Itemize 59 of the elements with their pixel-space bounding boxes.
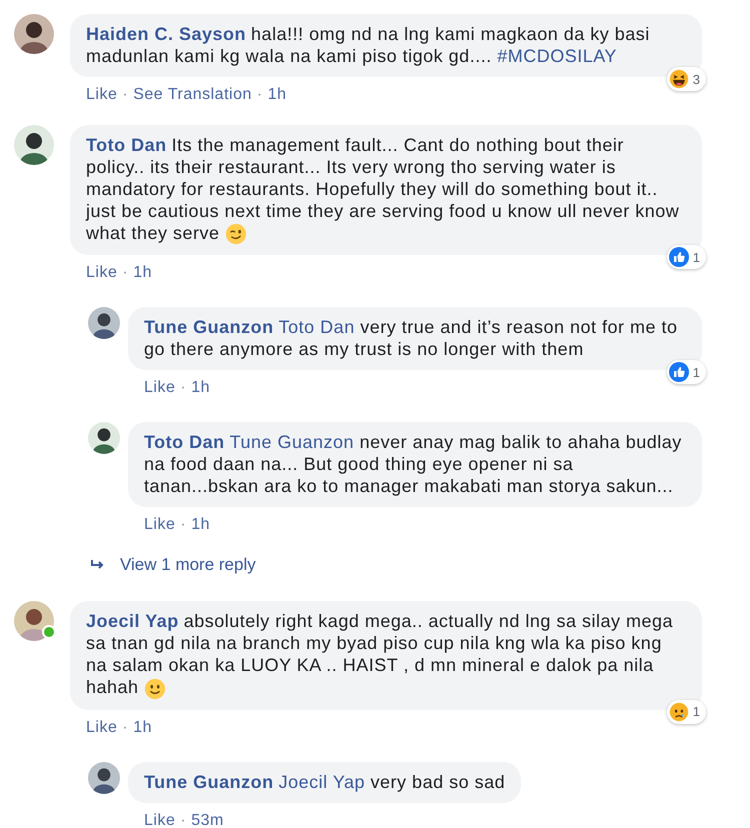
mention-link[interactable]: Toto Dan [278,317,355,338]
comment-text: Joecil Yap absolutely right kagd mega.. actually nd lng sa silay mega sa tnan gd nila na branch my byad piso cup nila kng wla ka piso kng na salam okan ka LUOY KA .. HAIST , d mn mineral e dalok pa nila hahah [86,611,673,698]
timestamp[interactable]: 1h [133,718,152,736]
avatar[interactable] [88,422,120,454]
avatar[interactable] [88,307,120,340]
avatar[interactable] [14,14,54,54]
author-name[interactable]: Haiden C. Sayson [86,24,246,44]
separator-dot: · [256,86,263,104]
timestamp[interactable]: 1h [133,264,152,282]
hashtag-link[interactable]: #MCDOSILAY [497,46,617,66]
comment-text: Toto Dan Tune Guanzon never anay mag balik to ahaha budlay na food daan na... But good thing eye opener ni sa tanan...bskan ara ko to manager makabati man storya sakun... [144,432,682,496]
reaction-badge[interactable]: 1 [666,700,706,724]
separator-dot: · [180,812,186,828]
timestamp[interactable]: 53m [191,812,224,828]
thumbs-up-icon [668,362,689,382]
reaction-count: 1 [692,364,700,380]
separator-dot: · [122,86,128,104]
action-link[interactable]: Like [144,379,176,398]
reaction-count: 1 [692,250,700,265]
reaction-count: 3 [692,72,700,86]
timestamp[interactable]: 1h [191,379,210,398]
reaction-badge[interactable]: 3 [666,67,706,91]
timestamp[interactable]: 1h [191,516,210,534]
author-name[interactable]: Tune Guanzon [144,317,274,338]
author-name[interactable]: Joecil Yap [86,611,179,632]
avatar[interactable] [14,601,54,642]
separator-dot: · [180,379,186,398]
action-link[interactable]: Like [144,812,176,828]
action-link[interactable]: Like [86,264,118,282]
reaction-count: 1 [692,704,700,719]
online-status-dot [42,625,56,640]
reaction-badge[interactable]: 1 [666,360,706,384]
separator-dot: · [180,516,186,534]
author-name[interactable]: Toto Dan [144,432,225,452]
author-name[interactable]: Tune Guanzon [144,772,274,792]
smiling-face-icon [144,678,166,700]
reply-arrow-icon [90,559,106,572]
avatar[interactable] [88,762,120,794]
comment-text: Tune Guanzon Toto Dan very true and it’s reason not for me to go there anymore as my trust is no longer with them [144,317,678,360]
reaction-badge[interactable]: 1 [666,245,706,270]
action-link[interactable]: See Translation [133,86,252,104]
author-name[interactable]: Toto Dan [86,135,167,155]
timestamp[interactable]: 1h [268,86,286,104]
comment-text: Toto Dan Its the management fault... Cant do nothing bout their policy.. its their restaurant... Its very wrong tho serving water is mandatory for restaurants. Hopefully they will do something bout it.. just be cautious next time they are serving food u know ull never know what they serve [86,135,680,243]
action-link[interactable]: Like [86,718,118,736]
mention-link[interactable]: Tune Guanzon [230,432,354,452]
separator-dot: · [122,264,128,282]
thumbs-up-icon [668,247,689,268]
mention-link[interactable]: Joecil Yap [278,772,366,792]
comment-text: Tune Guanzon Joecil Yap very bad so sad [144,772,506,792]
view-more-replies-link[interactable]: View 1 more reply [120,555,256,576]
sad-face-icon [668,702,689,722]
action-link[interactable]: Like [86,86,118,104]
separator-dot: · [122,718,128,736]
comment-text: Haiden C. Sayson hala!!! omg nd na lng kami magkaon da ky basi madunlan kami kg wala na kami piso tigok gd.... #MCDOSILAY [86,24,650,66]
action-link[interactable]: Like [144,516,176,534]
laughing-face-icon [668,69,689,89]
avatar[interactable] [14,125,54,165]
winking-face-icon [225,223,248,246]
